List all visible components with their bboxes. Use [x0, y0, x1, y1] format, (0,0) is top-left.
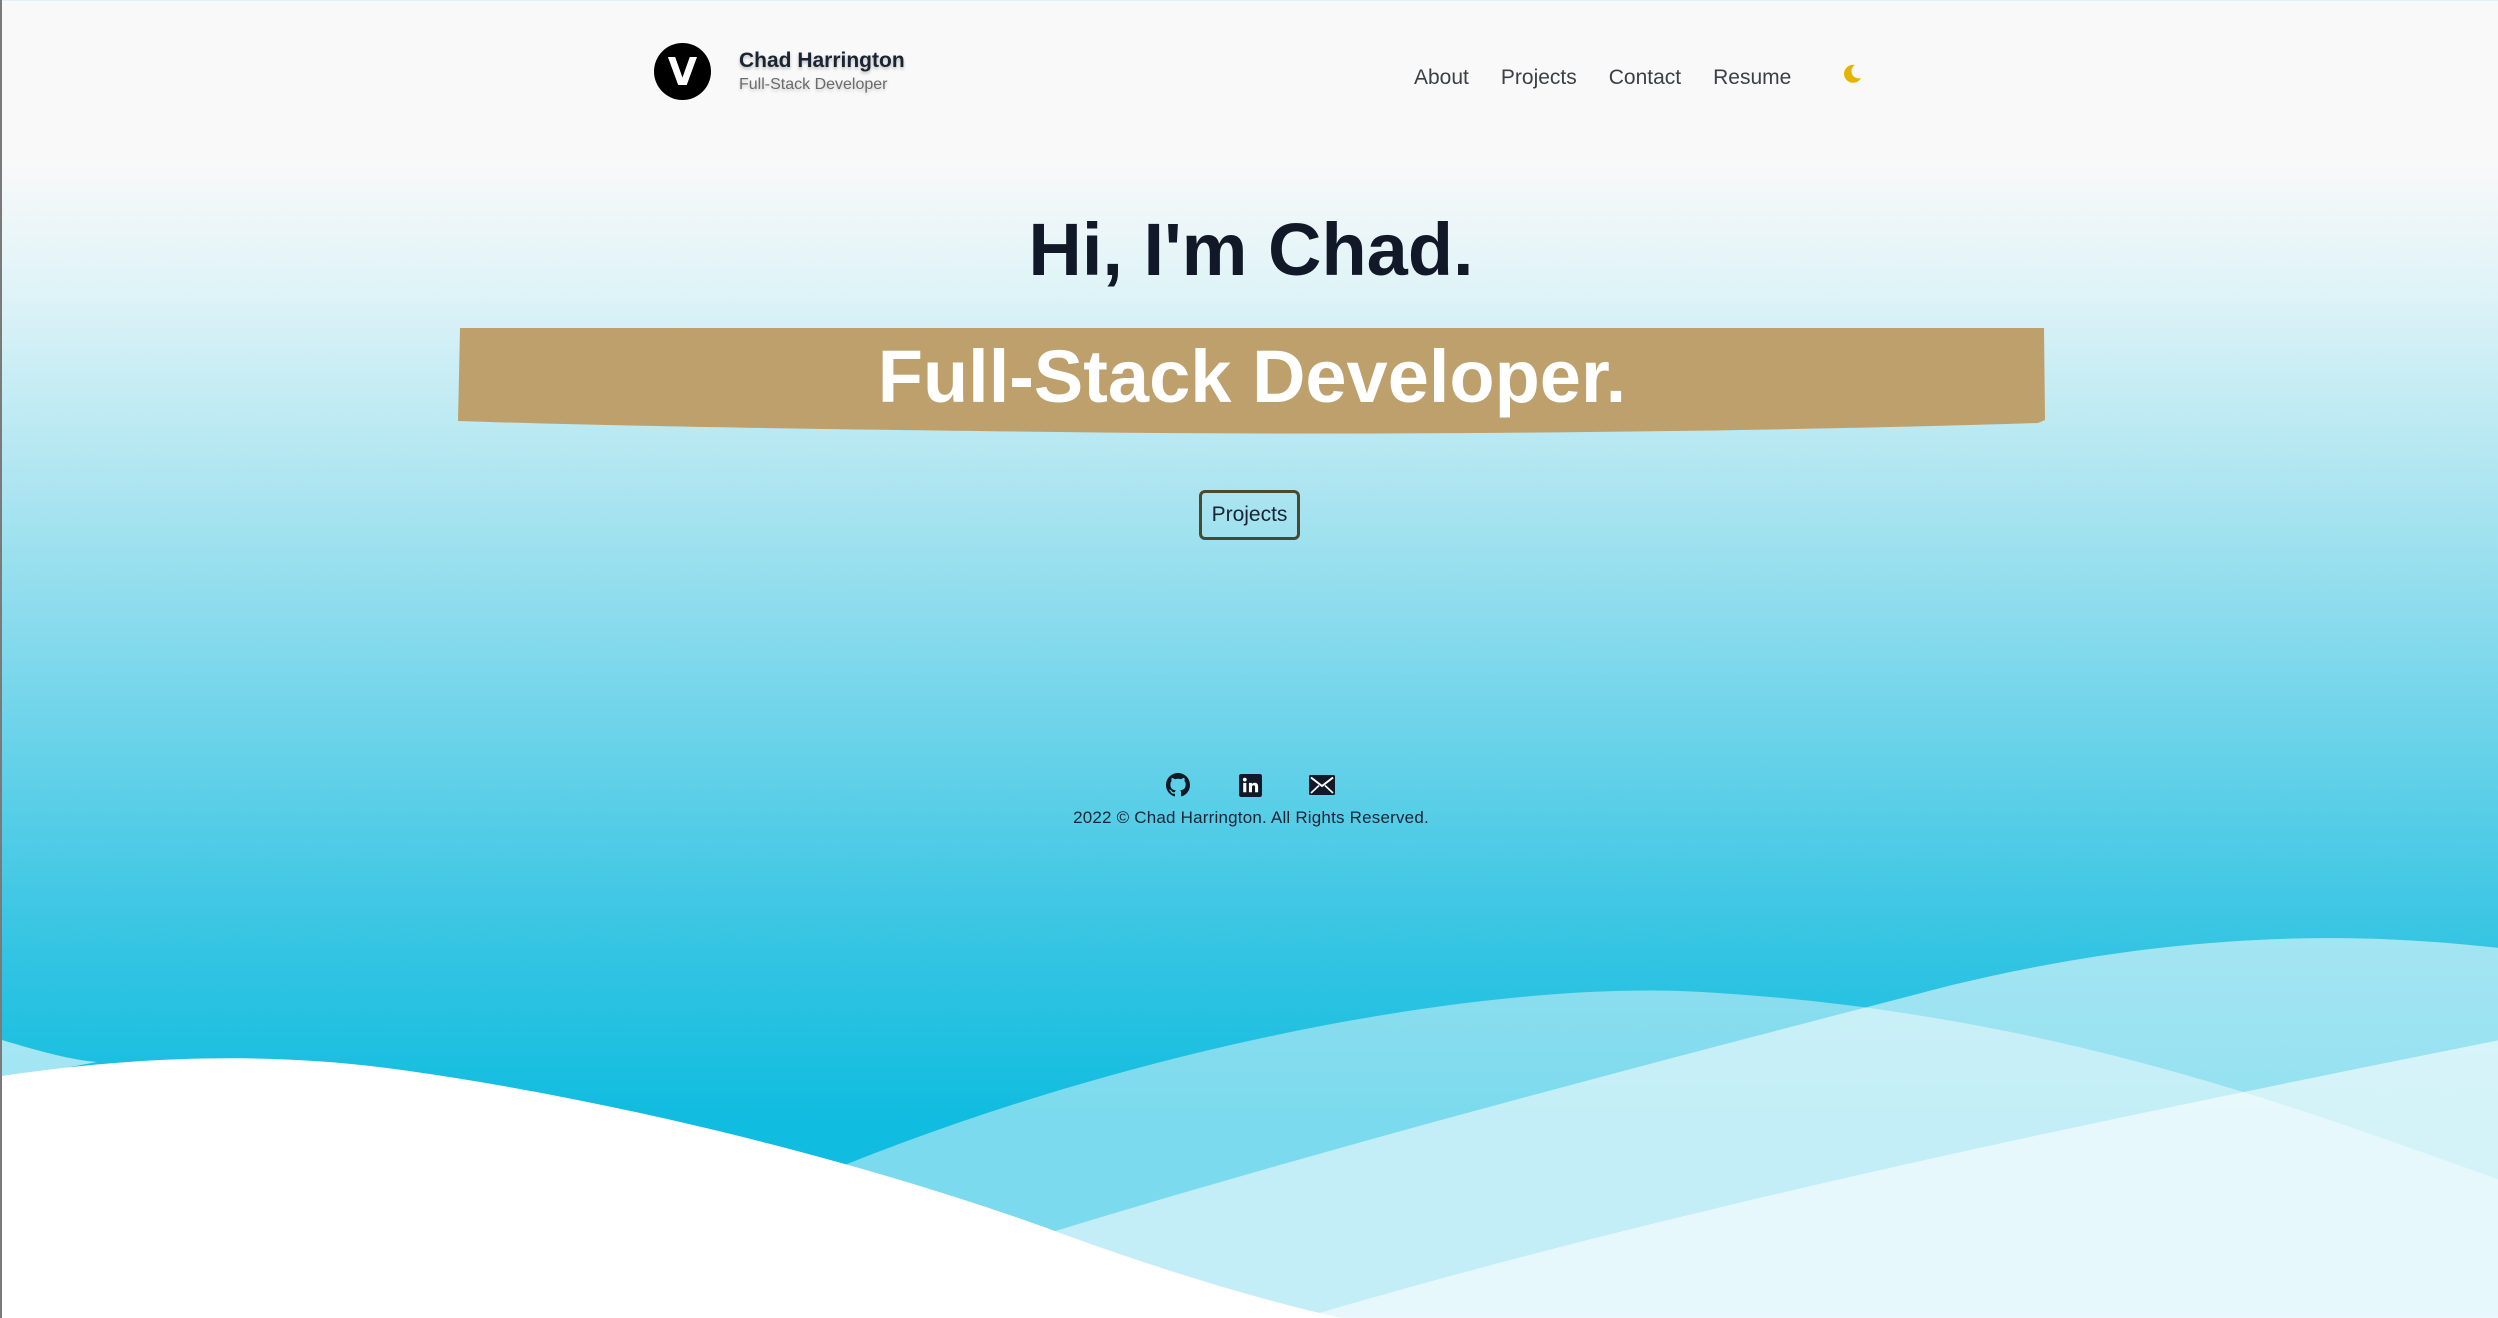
- moon-icon: [1844, 64, 1861, 83]
- copyright-text: 2022 © Chad Harrington. All Rights Reser…: [1073, 808, 1429, 827]
- mail-icon: [1309, 775, 1335, 795]
- brand-subtitle: Full-Stack Developer: [739, 75, 888, 93]
- logo[interactable]: V: [654, 43, 711, 100]
- role-banner: Full-Stack Developer.: [458, 326, 2046, 434]
- nav-about-link[interactable]: About: [1414, 66, 1469, 90]
- linkedin-icon: [1238, 773, 1262, 797]
- linkedin-link[interactable]: [1237, 772, 1263, 798]
- nav-resume-link[interactable]: Resume: [1713, 66, 1791, 90]
- background-waves: [2, 938, 2498, 1318]
- nav-projects-link[interactable]: Projects: [1501, 66, 1577, 90]
- brand-home-link[interactable]: V Chad Harrington Full-Stack Developer: [654, 43, 905, 100]
- site-header: V Chad Harrington Full-Stack Developer A…: [2, 0, 2498, 150]
- brand-name: Chad Harrington: [739, 48, 905, 72]
- hero-role: Full-Stack Developer.: [877, 334, 1627, 418]
- nav-contact-link[interactable]: Contact: [1609, 66, 1681, 90]
- hero-greeting: Hi, I'm Chad.: [1028, 208, 1474, 291]
- github-icon: [1166, 773, 1190, 797]
- brand-text: Chad Harrington Full-Stack Developer: [739, 48, 905, 96]
- logo-letter: V: [667, 49, 698, 94]
- email-link[interactable]: [1309, 772, 1335, 798]
- projects-button[interactable]: Projects: [1199, 490, 1300, 540]
- theme-toggle-button[interactable]: [1840, 62, 1864, 86]
- github-link[interactable]: [1165, 772, 1191, 798]
- main-nav: About Projects Contact Resume: [1414, 66, 1823, 90]
- social-links: [1165, 772, 1381, 798]
